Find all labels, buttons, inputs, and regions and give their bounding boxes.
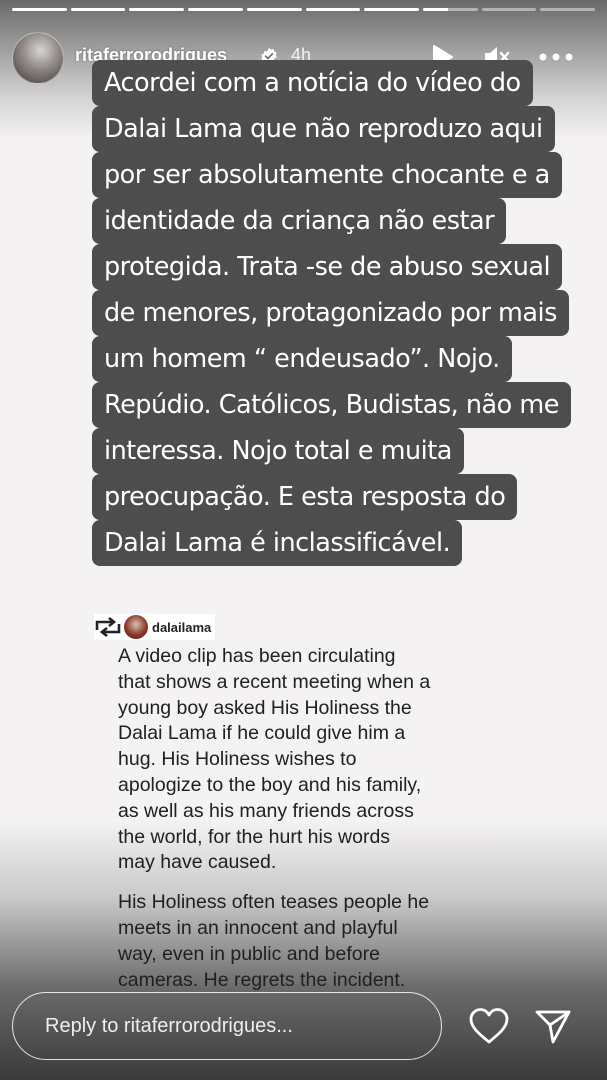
- repost-text-line: meets in an innocent and playful: [118, 916, 398, 939]
- heart-icon[interactable]: [468, 1006, 510, 1046]
- progress-fill: [364, 8, 419, 11]
- avatar[interactable]: [12, 32, 64, 84]
- repost-text-line: may have caused.: [118, 851, 277, 874]
- progress-segment: [305, 8, 361, 11]
- story-text-line: interessa. Nojo total e muita: [92, 428, 464, 474]
- story-text-line: Repúdio. Católicos, Budistas, não me: [92, 382, 571, 428]
- progress-segment: [422, 8, 478, 11]
- story-text-line: por ser absolutamente chocante e a: [92, 152, 562, 198]
- repost-text-line: apologize to the boy and his family,: [118, 773, 422, 796]
- send-icon[interactable]: [533, 1006, 573, 1046]
- repost-text-line: young boy asked His Holiness the: [118, 696, 412, 719]
- repost-card: A video clip has been circulating that sh…: [118, 644, 498, 1007]
- repost-text-line: cameras. He regrets the incident.: [118, 968, 406, 991]
- progress-segment: [481, 8, 537, 11]
- repost-paragraph-1: A video clip has been circulating that sh…: [118, 644, 498, 876]
- progress-fill: [129, 8, 185, 11]
- progress-segment: [364, 8, 419, 11]
- repost-icon: [95, 616, 121, 638]
- repost-username: dalailama: [152, 619, 212, 635]
- progress-segment: [188, 8, 243, 11]
- progress-segment: [246, 8, 302, 11]
- story-text-line: Dalai Lama é inclassificável.: [92, 520, 463, 566]
- story-progress: [12, 8, 596, 11]
- progress-fill: [422, 8, 448, 11]
- repost-text-line: as well as his many friends across: [118, 799, 414, 822]
- story-text-line: um homem “ endeusado”. Nojo.: [92, 336, 512, 382]
- repost-header: dalailama: [94, 614, 216, 640]
- repost-text-line: that shows a recent meeting when a: [118, 670, 431, 693]
- story-text-line: de menores, protagonizado por mais: [92, 290, 569, 336]
- repost-text-line: way, even in public and before: [118, 942, 380, 965]
- repost-paragraph-2: His Holiness often teases people he meets…: [118, 890, 498, 993]
- progress-fill: [70, 8, 126, 11]
- reply-input[interactable]: Reply to ritaferrorodrigues...: [12, 992, 442, 1060]
- progress-segment: [70, 8, 126, 11]
- story-text-line: Dalai Lama que não reproduzo aqui: [92, 106, 555, 152]
- progress-segment: [540, 8, 596, 11]
- repost-text-line: hug. His Holiness wishes to: [118, 748, 357, 771]
- story-text-line: identidade da criança não estar: [92, 198, 507, 244]
- repost-avatar: [124, 615, 148, 639]
- progress-fill: [12, 8, 67, 11]
- repost-text-line: A video clip has been circulating: [118, 645, 396, 667]
- progress-segment: [12, 8, 67, 11]
- reply-placeholder: Reply to ritaferrorodrigues...: [45, 1014, 293, 1037]
- progress-fill: [188, 8, 243, 11]
- progress-fill: [246, 8, 302, 11]
- story-text-line: Acordei com a notícia do vídeo do: [92, 60, 533, 106]
- repost-text-line: His Holiness often teases people he: [118, 891, 430, 914]
- story-text-line: preocupação. E esta resposta do: [92, 474, 518, 520]
- repost-text-line: the world, for the hurt his words: [118, 825, 391, 848]
- story-text-overlay: Acordei com a notícia do vídeo do Dalai L…: [92, 60, 571, 566]
- repost-text-line: Dalai Lama if he could give him a: [118, 722, 406, 745]
- story-text-line: protegida. Trata -se de abuso sexual: [92, 244, 563, 290]
- progress-fill: [305, 8, 361, 11]
- progress-segment: [129, 8, 185, 11]
